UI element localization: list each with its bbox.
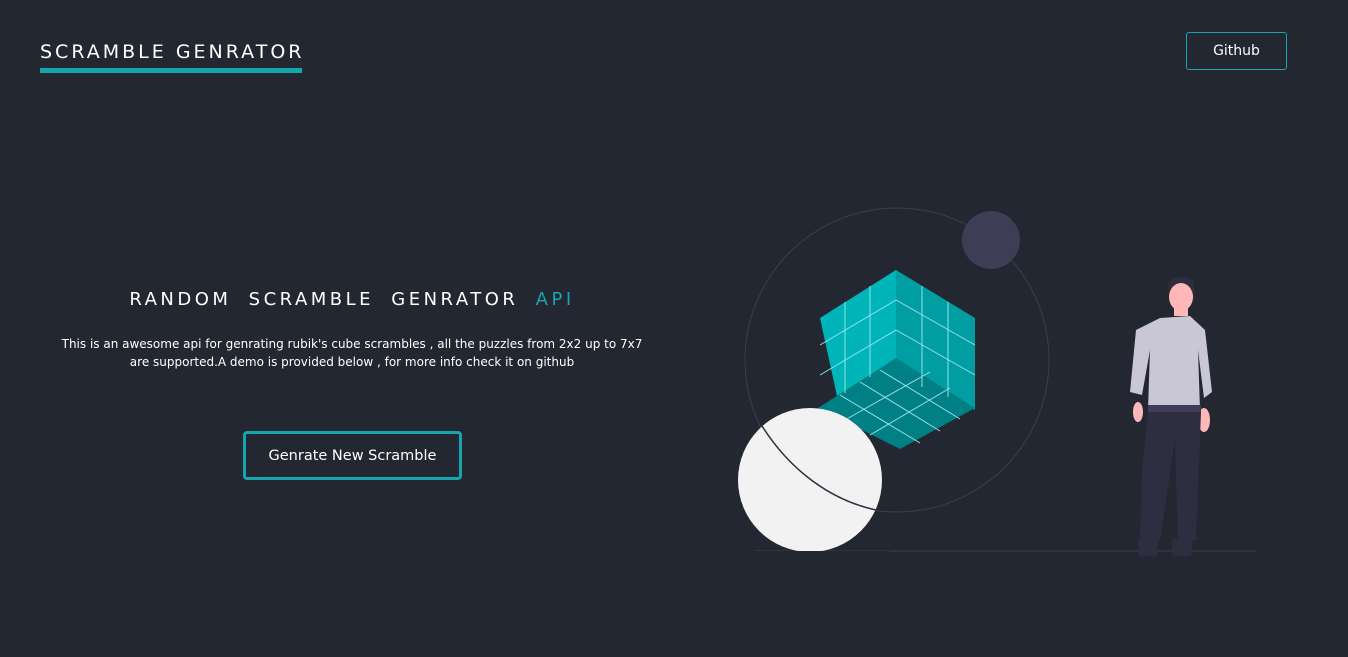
hero-title: RANDOM SCRAMBLE GENRATOR API <box>0 288 704 312</box>
sphere-icon <box>730 408 890 570</box>
github-button[interactable]: Github <box>1186 32 1287 70</box>
brand-title: SCRAMBLE GENRATOR <box>40 41 305 63</box>
person-with-rubiks-cube-illustration <box>730 207 1256 570</box>
hero-description: This is an awesome api for genrating rub… <box>61 337 643 369</box>
brand-underline <box>40 68 302 73</box>
hero-title-accent: API <box>535 289 575 310</box>
generate-scramble-button[interactable]: Genrate New Scramble <box>243 431 462 480</box>
page: SCRAMBLE GENRATOR Github RANDOM SCRAMBLE… <box>0 0 1348 657</box>
person-icon <box>1130 276 1212 556</box>
planet-circle <box>962 211 1020 269</box>
hero-title-main: RANDOM SCRAMBLE GENRATOR <box>129 289 519 310</box>
